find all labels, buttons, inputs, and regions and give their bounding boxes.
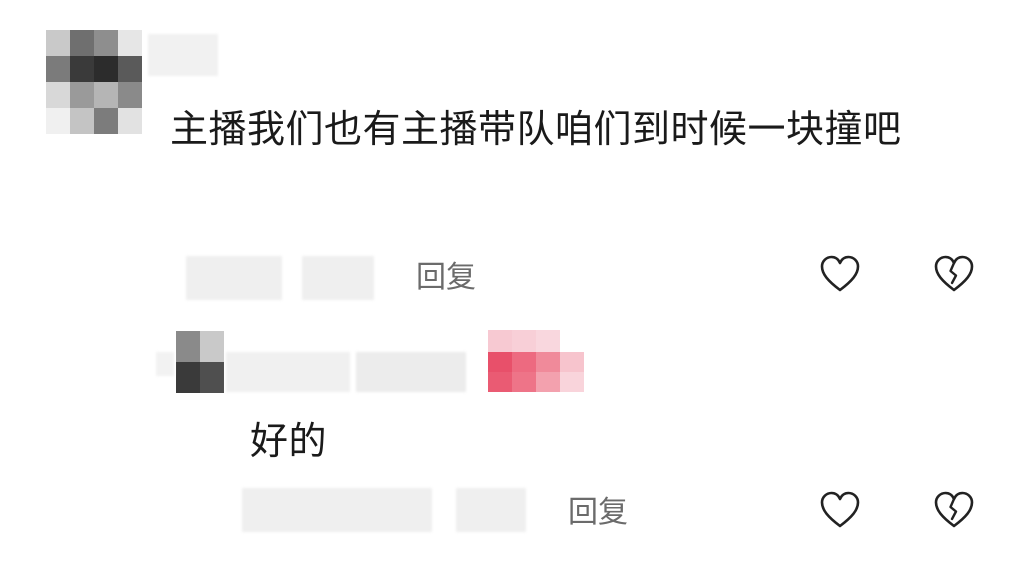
avatar-pixel (94, 108, 118, 134)
badge-pixel (512, 352, 536, 372)
reply-button[interactable]: 回复 (416, 258, 476, 298)
badge-pixel (560, 372, 584, 392)
username-blur[interactable] (148, 34, 218, 76)
avatar-pixel (118, 30, 142, 56)
avatar-pixel (176, 362, 200, 393)
avatar-pixel (46, 30, 70, 56)
avatar-pixel (46, 108, 70, 134)
dislike-button[interactable] (932, 252, 976, 296)
avatar-pixel (70, 82, 94, 108)
comment-date-blur (186, 256, 282, 300)
badge-pixel (512, 372, 536, 392)
avatar-pixel (70, 56, 94, 82)
commenter-avatar[interactable] (46, 30, 142, 134)
avatar-pixel (94, 30, 118, 56)
reply-button[interactable]: 回复 (568, 493, 628, 533)
avatar-pixel (176, 331, 200, 362)
badge-pixel (536, 352, 560, 372)
avatar-pixel (118, 108, 142, 134)
comment-text: 主播我们也有主播带队咱们到时候一块撞吧 (170, 107, 902, 151)
badge-pixel (560, 330, 584, 352)
avatar-pixel (46, 56, 70, 82)
avatar-pixel (200, 362, 224, 393)
badge-pixel (536, 330, 560, 352)
badge-pixel (488, 372, 512, 392)
replier-name-blur[interactable] (156, 352, 174, 376)
replier-name-blur[interactable] (226, 352, 350, 392)
badge-pixel (536, 372, 560, 392)
badge-pixel (488, 352, 512, 372)
dislike-button[interactable] (932, 488, 976, 532)
heart-outline-icon (820, 255, 860, 292)
reply-location-blur (456, 488, 526, 532)
heart-outline-icon (820, 491, 860, 528)
like-button[interactable] (818, 488, 862, 532)
reply-date-blur (242, 488, 432, 532)
avatar-pixel (94, 82, 118, 108)
author-badge (488, 330, 584, 392)
replier-avatar[interactable] (176, 331, 224, 393)
avatar-pixel (70, 108, 94, 134)
avatar-pixel (118, 56, 142, 82)
like-button[interactable] (818, 252, 862, 296)
comment-location-blur (302, 256, 374, 300)
replier-name-blur[interactable] (356, 352, 466, 392)
broken-heart-outline-icon (934, 255, 974, 292)
avatar-pixel (94, 56, 118, 82)
avatar-pixel (70, 30, 94, 56)
avatar-pixel (118, 82, 142, 108)
broken-heart-outline-icon (934, 491, 974, 528)
avatar-pixel (200, 331, 224, 362)
reply-text: 好的 (250, 419, 328, 463)
badge-pixel (560, 352, 584, 372)
avatar-pixel (46, 82, 70, 108)
badge-pixel (488, 330, 512, 352)
badge-pixel (512, 330, 536, 352)
